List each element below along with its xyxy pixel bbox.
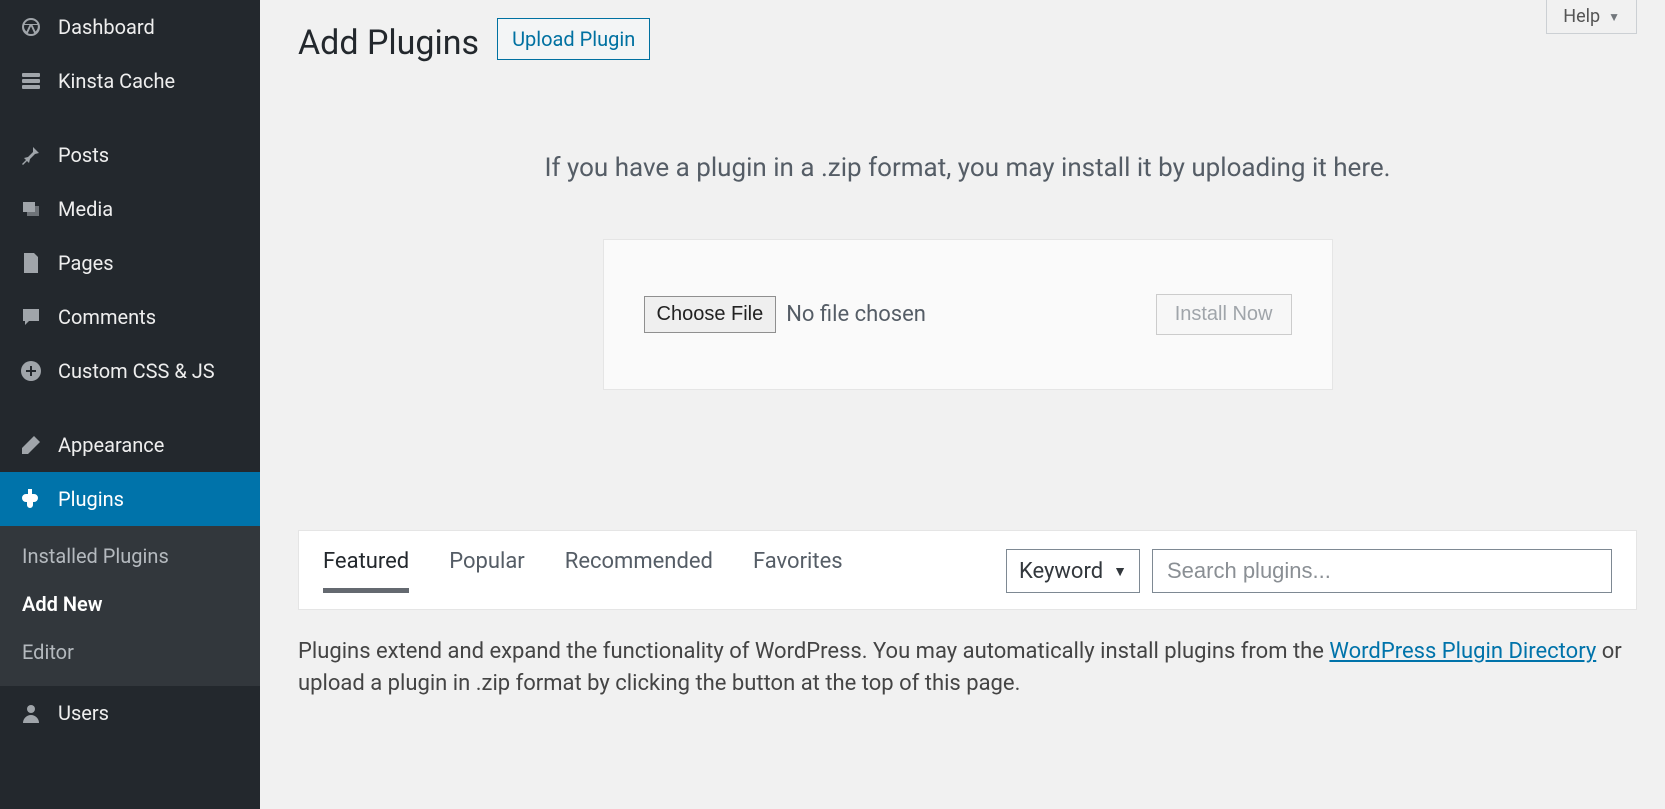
sidebar-item-posts[interactable]: Posts: [0, 128, 260, 182]
page-title: Add Plugins: [298, 23, 479, 63]
sidebar-item-label: Media: [58, 197, 242, 221]
upload-hint-text: If you have a plugin in a .zip format, y…: [298, 153, 1637, 183]
database-icon: [18, 68, 44, 94]
tab-recommended[interactable]: Recommended: [565, 549, 713, 593]
plugin-directory-link[interactable]: WordPress Plugin Directory: [1329, 639, 1596, 664]
search-input[interactable]: [1152, 549, 1612, 593]
sidebar-item-label: Appearance: [58, 433, 242, 457]
plugins-description: Plugins extend and expand the functional…: [298, 636, 1637, 700]
sidebar-item-comments[interactable]: Comments: [0, 290, 260, 344]
media-icon: [18, 196, 44, 222]
upload-form: Choose File No file chosen Install Now: [603, 239, 1333, 390]
search-type-select[interactable]: Keyword ▼: [1006, 549, 1140, 593]
sidebar-item-kinsta-cache[interactable]: Kinsta Cache: [0, 54, 260, 108]
main-content: Help ▼ Add Plugins Upload Plugin If you …: [260, 0, 1665, 809]
upload-plugin-button[interactable]: Upload Plugin: [497, 18, 650, 60]
browse-tabs: Featured Popular Recommended Favorites: [323, 549, 843, 593]
search-controls: Keyword ▼: [1006, 549, 1612, 593]
chevron-down-icon: ▼: [1113, 563, 1127, 580]
comment-icon: [18, 304, 44, 330]
browse-panel: Featured Popular Recommended Favorites K…: [298, 530, 1637, 610]
sidebar-item-dashboard[interactable]: Dashboard: [0, 0, 260, 54]
admin-sidebar: Dashboard Kinsta Cache Posts Media Pages…: [0, 0, 260, 809]
file-picker: Choose File No file chosen: [644, 296, 926, 333]
sidebar-item-label: Pages: [58, 251, 242, 275]
sidebar-item-pages[interactable]: Pages: [0, 236, 260, 290]
upload-panel: If you have a plugin in a .zip format, y…: [298, 153, 1637, 390]
choose-file-button[interactable]: Choose File: [644, 296, 777, 333]
pin-icon: [18, 142, 44, 168]
desc-pre: Plugins extend and expand the functional…: [298, 639, 1329, 664]
tab-featured[interactable]: Featured: [323, 549, 409, 593]
brush-icon: [18, 432, 44, 458]
sidebar-item-label: Comments: [58, 305, 242, 329]
search-type-value: Keyword: [1019, 559, 1103, 584]
sidebar-item-label: Plugins: [58, 487, 242, 511]
sidebar-sub-editor[interactable]: Editor: [0, 628, 260, 676]
sidebar-item-custom-css-js[interactable]: Custom CSS & JS: [0, 344, 260, 398]
dashboard-icon: [18, 14, 44, 40]
help-tab[interactable]: Help ▼: [1546, 0, 1637, 34]
sidebar-item-label: Posts: [58, 143, 242, 167]
sidebar-plugins-submenu: Installed Plugins Add New Editor: [0, 526, 260, 686]
page-icon: [18, 250, 44, 276]
sidebar-item-label: Custom CSS & JS: [58, 359, 242, 383]
sidebar-item-label: Dashboard: [58, 15, 242, 39]
sidebar-sub-add-new[interactable]: Add New: [0, 580, 260, 628]
plugin-icon: [18, 486, 44, 512]
sidebar-item-label: Kinsta Cache: [58, 69, 242, 93]
sidebar-item-users[interactable]: Users: [0, 686, 260, 740]
file-chosen-status: No file chosen: [786, 302, 926, 327]
sidebar-sub-installed-plugins[interactable]: Installed Plugins: [0, 532, 260, 580]
help-tab-label: Help: [1563, 6, 1600, 27]
install-now-button[interactable]: Install Now: [1156, 294, 1292, 335]
sidebar-item-label: Users: [58, 701, 242, 725]
tab-favorites[interactable]: Favorites: [753, 549, 843, 593]
sidebar-item-appearance[interactable]: Appearance: [0, 418, 260, 472]
tab-popular[interactable]: Popular: [449, 549, 525, 593]
user-icon: [18, 700, 44, 726]
sidebar-item-plugins[interactable]: Plugins: [0, 472, 260, 526]
sidebar-item-media[interactable]: Media: [0, 182, 260, 236]
plus-circle-icon: [18, 358, 44, 384]
chevron-down-icon: ▼: [1608, 10, 1620, 24]
